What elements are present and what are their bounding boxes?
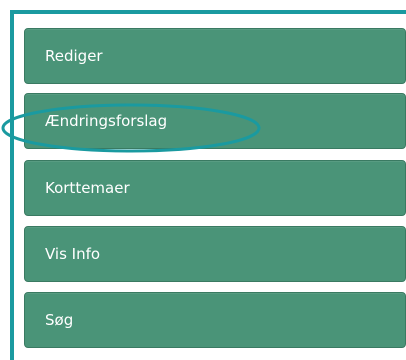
korttemaer-button-label: Korttemaer xyxy=(45,179,130,197)
korttemaer-button[interactable]: Korttemaer xyxy=(24,160,406,216)
aendringsforslag-button[interactable]: Ændringsforslag xyxy=(24,93,406,149)
vis-info-button-label: Vis Info xyxy=(45,245,101,263)
aendringsforslag-button-label: Ændringsforslag xyxy=(45,112,168,130)
soeg-button[interactable]: Søg xyxy=(24,292,406,348)
rediger-button-label: Rediger xyxy=(45,47,103,65)
vis-info-button[interactable]: Vis Info xyxy=(24,226,406,282)
soeg-button-label: Søg xyxy=(45,311,74,329)
rediger-button[interactable]: Rediger xyxy=(24,28,406,84)
